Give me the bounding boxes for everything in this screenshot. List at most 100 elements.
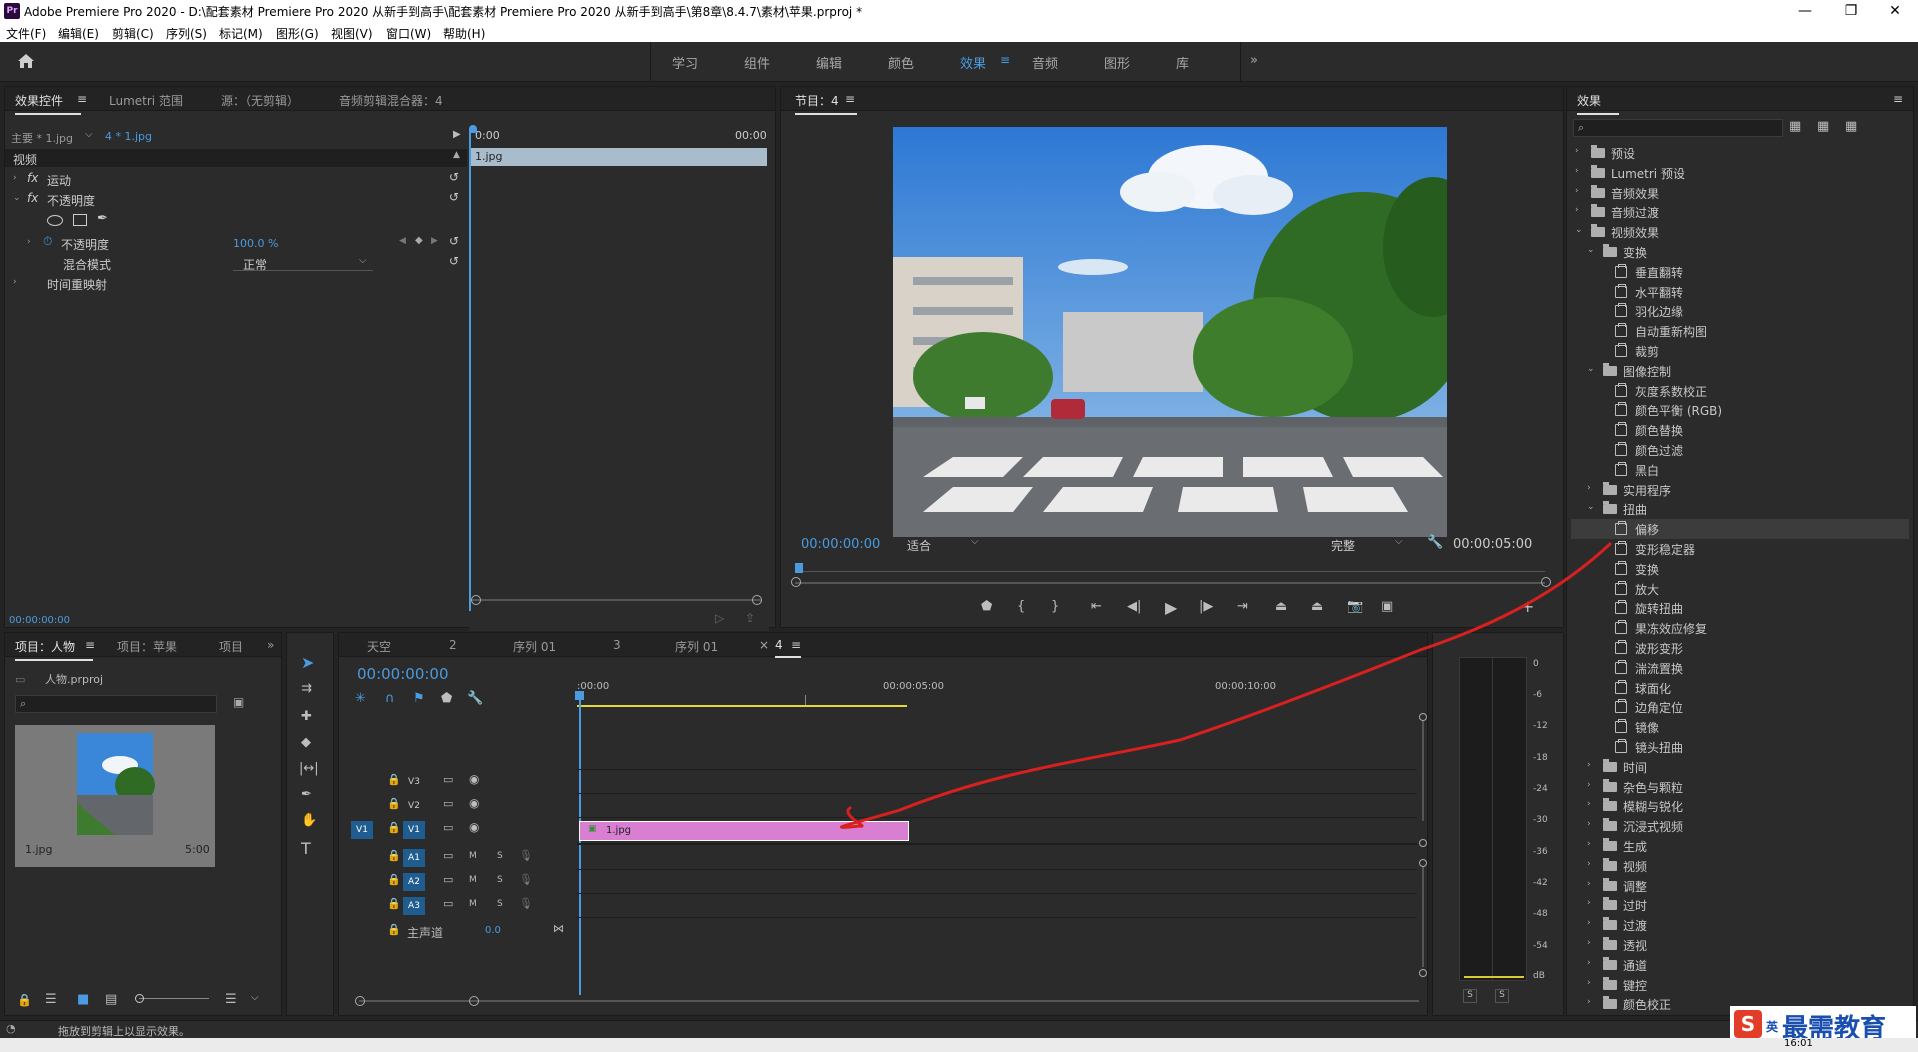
effects-folder[interactable]: › 模糊与锐化 bbox=[1571, 796, 1909, 816]
sync-lock-icon[interactable]: ▭ bbox=[443, 897, 453, 910]
workspace-libraries[interactable]: 库 bbox=[1176, 53, 1189, 72]
effects-item[interactable]: 偏移 bbox=[1571, 519, 1909, 540]
menu-sequence[interactable]: 序列(S) bbox=[166, 25, 207, 42]
program-playhead[interactable] bbox=[795, 563, 803, 573]
workspace-assembly[interactable]: 组件 bbox=[744, 53, 770, 72]
timeline-h-scrollbar[interactable] bbox=[359, 1000, 1419, 1002]
collapse-up-icon[interactable]: ▲ bbox=[453, 150, 460, 160]
program-zoom-left[interactable] bbox=[791, 577, 801, 587]
microphone-icon[interactable]: 🎙 bbox=[519, 897, 533, 910]
solo-button[interactable]: S bbox=[497, 875, 503, 885]
menu-marker[interactable]: 标记(M) bbox=[219, 25, 263, 42]
chevron-right-icon[interactable]: › bbox=[1587, 958, 1591, 968]
workspace-graphics[interactable]: 图形 bbox=[1104, 53, 1130, 72]
razor-tool-icon[interactable]: ◆ bbox=[301, 735, 311, 750]
solo-button[interactable]: S bbox=[497, 851, 503, 861]
track-select-tool-icon[interactable]: ⇉ bbox=[301, 681, 312, 696]
reset-opacity-icon[interactable]: ↺ bbox=[449, 190, 459, 204]
effects-folder[interactable]: › Lumetri 预设 bbox=[1571, 163, 1909, 183]
effect-time-remapping[interactable]: 时间重映射 bbox=[47, 276, 107, 293]
menu-edit[interactable]: 编辑(E) bbox=[58, 25, 99, 42]
chevron-right-icon[interactable]: › bbox=[1587, 879, 1591, 889]
menu-help[interactable]: 帮助(H) bbox=[443, 25, 485, 42]
accelerated-effects-icon[interactable]: ▦ bbox=[1789, 119, 1801, 134]
effects-item[interactable]: 羽化边缘 bbox=[1571, 301, 1909, 321]
ec-zoom-handle-right[interactable] bbox=[752, 595, 762, 605]
h-scroll-left-handle[interactable] bbox=[355, 996, 365, 1006]
track-lock-icon[interactable]: 🔒 bbox=[387, 897, 401, 910]
slip-tool-icon[interactable]: |↔| bbox=[299, 761, 319, 776]
chevron-down-icon[interactable]: ⌄ bbox=[1575, 225, 1583, 235]
effects-item[interactable]: 波形变形 bbox=[1571, 638, 1909, 658]
ripple-edit-tool-icon[interactable]: ✚ bbox=[301, 709, 312, 724]
effects-item[interactable]: 自动重新构图 bbox=[1571, 321, 1909, 341]
program-zoom-right[interactable] bbox=[1541, 577, 1551, 587]
hand-tool-icon[interactable]: ✋ bbox=[301, 813, 317, 828]
track-lock-icon[interactable]: 🔒 bbox=[387, 923, 401, 936]
tab-effect-controls[interactable]: 效果控件 bbox=[15, 92, 82, 115]
chevron-right-icon[interactable]: › bbox=[1575, 186, 1579, 196]
timeline-ruler[interactable]: :00:00 00:00:05:00 00:00:10:00 bbox=[577, 677, 1417, 707]
stopwatch-icon[interactable]: ⏱ bbox=[43, 234, 52, 249]
project-clip-thumbnail[interactable]: 1.jpg 5:00 bbox=[15, 725, 215, 867]
chevron-down-icon[interactable]: ⌄ bbox=[1587, 364, 1595, 374]
sync-lock-icon[interactable]: ▭ bbox=[443, 821, 453, 834]
chevron-right-icon[interactable]: › bbox=[1575, 146, 1579, 156]
track-target-a2[interactable]: A2 bbox=[403, 873, 425, 891]
tab-sequence-01b[interactable]: 序列 01 bbox=[675, 638, 718, 655]
tab-project-people[interactable]: 项目：人物 bbox=[15, 638, 94, 661]
menu-graphics[interactable]: 图形(G) bbox=[276, 25, 319, 42]
work-area-bar[interactable] bbox=[577, 705, 907, 707]
effects-folder[interactable]: ⌄ 变换 bbox=[1571, 242, 1909, 262]
effects-item[interactable]: 球面化 bbox=[1571, 678, 1909, 698]
pen-mask-icon[interactable]: ✒ bbox=[97, 211, 108, 226]
effects-item[interactable]: 垂直翻转 bbox=[1571, 262, 1909, 282]
linked-selection-icon[interactable]: ∩ bbox=[385, 691, 395, 706]
menu-clip[interactable]: 剪辑(C) bbox=[112, 25, 154, 42]
eye-icon[interactable]: ◉ bbox=[469, 820, 479, 834]
workspace-overflow-icon[interactable]: » bbox=[1250, 53, 1258, 68]
play-triangle-icon[interactable]: ▶ bbox=[453, 129, 461, 140]
effects-folder[interactable]: › 通道 bbox=[1571, 955, 1909, 975]
track-lock-icon[interactable]: 🔒 bbox=[387, 873, 401, 886]
chevron-right-icon[interactable]: › bbox=[1575, 166, 1579, 176]
track-target-v2[interactable]: V2 bbox=[403, 797, 425, 815]
workspace-color[interactable]: 颜色 bbox=[888, 53, 914, 72]
workspace-audio[interactable]: 音频 bbox=[1032, 53, 1058, 72]
tab-sequence-4[interactable]: 4 bbox=[775, 638, 800, 658]
master-clip-label[interactable]: 主要 * 1.jpg bbox=[11, 130, 73, 146]
tab-project-apple[interactable]: 项目：苹果 bbox=[117, 638, 177, 655]
master-volume-value[interactable]: 0.0 bbox=[485, 925, 501, 936]
effects-item[interactable]: 黑白 bbox=[1571, 460, 1909, 480]
timeline-clip-1jpg[interactable]: ▣ 1.jpg bbox=[579, 821, 909, 841]
panel-menu-icon[interactable]: ≡ bbox=[845, 92, 855, 106]
export-icon[interactable]: ⇪ bbox=[745, 611, 755, 625]
track-target-a3[interactable]: A3 bbox=[403, 897, 425, 915]
play-button-icon[interactable]: ▶ bbox=[1165, 598, 1177, 617]
home-icon[interactable] bbox=[16, 52, 38, 72]
chevron-right-icon[interactable]: › bbox=[1587, 997, 1591, 1007]
go-to-in-icon[interactable]: ⇤ bbox=[1091, 599, 1102, 614]
next-keyframe-icon[interactable]: ▶ bbox=[431, 236, 438, 246]
sync-lock-icon[interactable]: ▭ bbox=[443, 797, 453, 810]
add-button-icon[interactable]: + bbox=[1521, 597, 1534, 616]
snap-icon[interactable]: ✳ bbox=[355, 691, 366, 706]
type-tool-icon[interactable]: T bbox=[301, 839, 311, 858]
a-scroll-handle-bottom[interactable] bbox=[1419, 969, 1427, 977]
lift-icon[interactable]: ⏏ bbox=[1275, 599, 1287, 614]
add-keyframe-icon[interactable]: ◆ bbox=[415, 235, 423, 246]
microphone-icon[interactable]: 🎙 bbox=[519, 873, 533, 886]
effects-item[interactable]: 放大 bbox=[1571, 579, 1909, 599]
effects-folder[interactable]: › 音频过渡 bbox=[1571, 202, 1909, 222]
effects-item[interactable]: 镜头扭曲 bbox=[1571, 737, 1909, 757]
workspace-editing[interactable]: 编辑 bbox=[816, 53, 842, 72]
tab-source[interactable]: 源：（无剪辑） bbox=[221, 92, 299, 109]
mute-button[interactable]: M bbox=[469, 851, 477, 861]
maximize-button[interactable]: ❐ bbox=[1828, 0, 1874, 22]
chevron-right-icon[interactable]: › bbox=[1587, 918, 1591, 928]
32bit-effects-icon[interactable]: ▦ bbox=[1817, 119, 1829, 134]
workspace-effects[interactable]: 效果 bbox=[960, 53, 986, 72]
v-scroll-handle-mid[interactable] bbox=[1419, 839, 1427, 847]
effects-folder[interactable]: › 杂色与颗粒 bbox=[1571, 777, 1909, 797]
microphone-icon[interactable]: 🎙 bbox=[519, 849, 533, 862]
